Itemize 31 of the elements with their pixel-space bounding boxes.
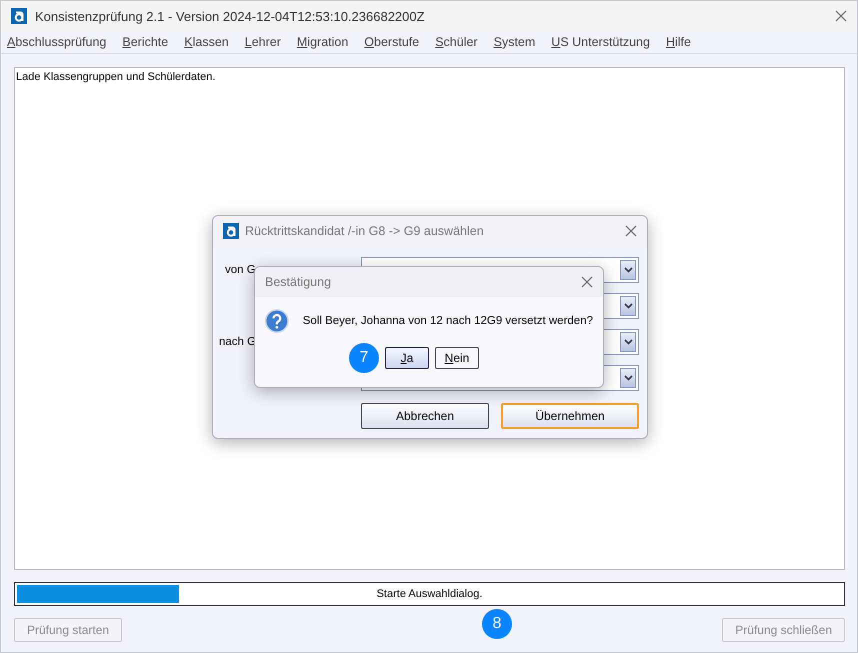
chevron-down-icon xyxy=(624,267,632,273)
menu-item[interactable]: Oberstufe xyxy=(364,35,420,49)
menu-item[interactable]: Abschlussprüfung xyxy=(7,35,106,49)
chevron-down-icon xyxy=(624,375,632,381)
dialog-title: Rücktrittskandidat /-in G8 -> G9 auswählen xyxy=(245,224,485,238)
step-badge: 7 xyxy=(349,343,379,373)
dialog-title: Bestätigung xyxy=(265,275,332,289)
menu-item[interactable]: US Unterstützung xyxy=(551,35,650,49)
close-icon[interactable] xyxy=(625,225,637,237)
menu-item[interactable]: Klassen xyxy=(184,35,229,49)
window-title: Konsistenzprüfung 2.1 - Version 2024-12-04T12:53:10.236682200Z xyxy=(35,8,426,24)
close-icon[interactable] xyxy=(835,10,847,22)
chevron-down-icon xyxy=(624,303,632,309)
menu-item[interactable]: Hilfe xyxy=(666,35,691,49)
menu-item[interactable]: Lehrer xyxy=(244,35,281,49)
app-logo-icon xyxy=(223,223,239,239)
log-line: Lade Klassengruppen und Schülerdaten. xyxy=(16,71,216,83)
menu-item[interactable]: Schüler xyxy=(435,35,478,49)
cancel-button[interactable]: Abbrechen xyxy=(361,403,489,429)
progress-text: Starte Auswahldialog. xyxy=(376,588,482,600)
close-icon[interactable] xyxy=(581,276,593,288)
app-logo-icon xyxy=(11,8,27,24)
yes-button[interactable]: Ja xyxy=(385,347,429,369)
step-badge: 8 xyxy=(482,609,512,639)
chevron-down-icon xyxy=(624,339,632,345)
apply-button[interactable]: Übernehmen xyxy=(501,403,639,429)
menu-item[interactable]: Migration xyxy=(296,35,348,49)
menu-item[interactable]: Berichte xyxy=(122,35,168,49)
no-button[interactable]: Nein xyxy=(435,347,479,369)
menu-item[interactable]: System xyxy=(494,35,536,49)
confirm-message: Soll Beyer, Johanna von 12 nach 12G9 versetzt werden? xyxy=(302,315,593,327)
